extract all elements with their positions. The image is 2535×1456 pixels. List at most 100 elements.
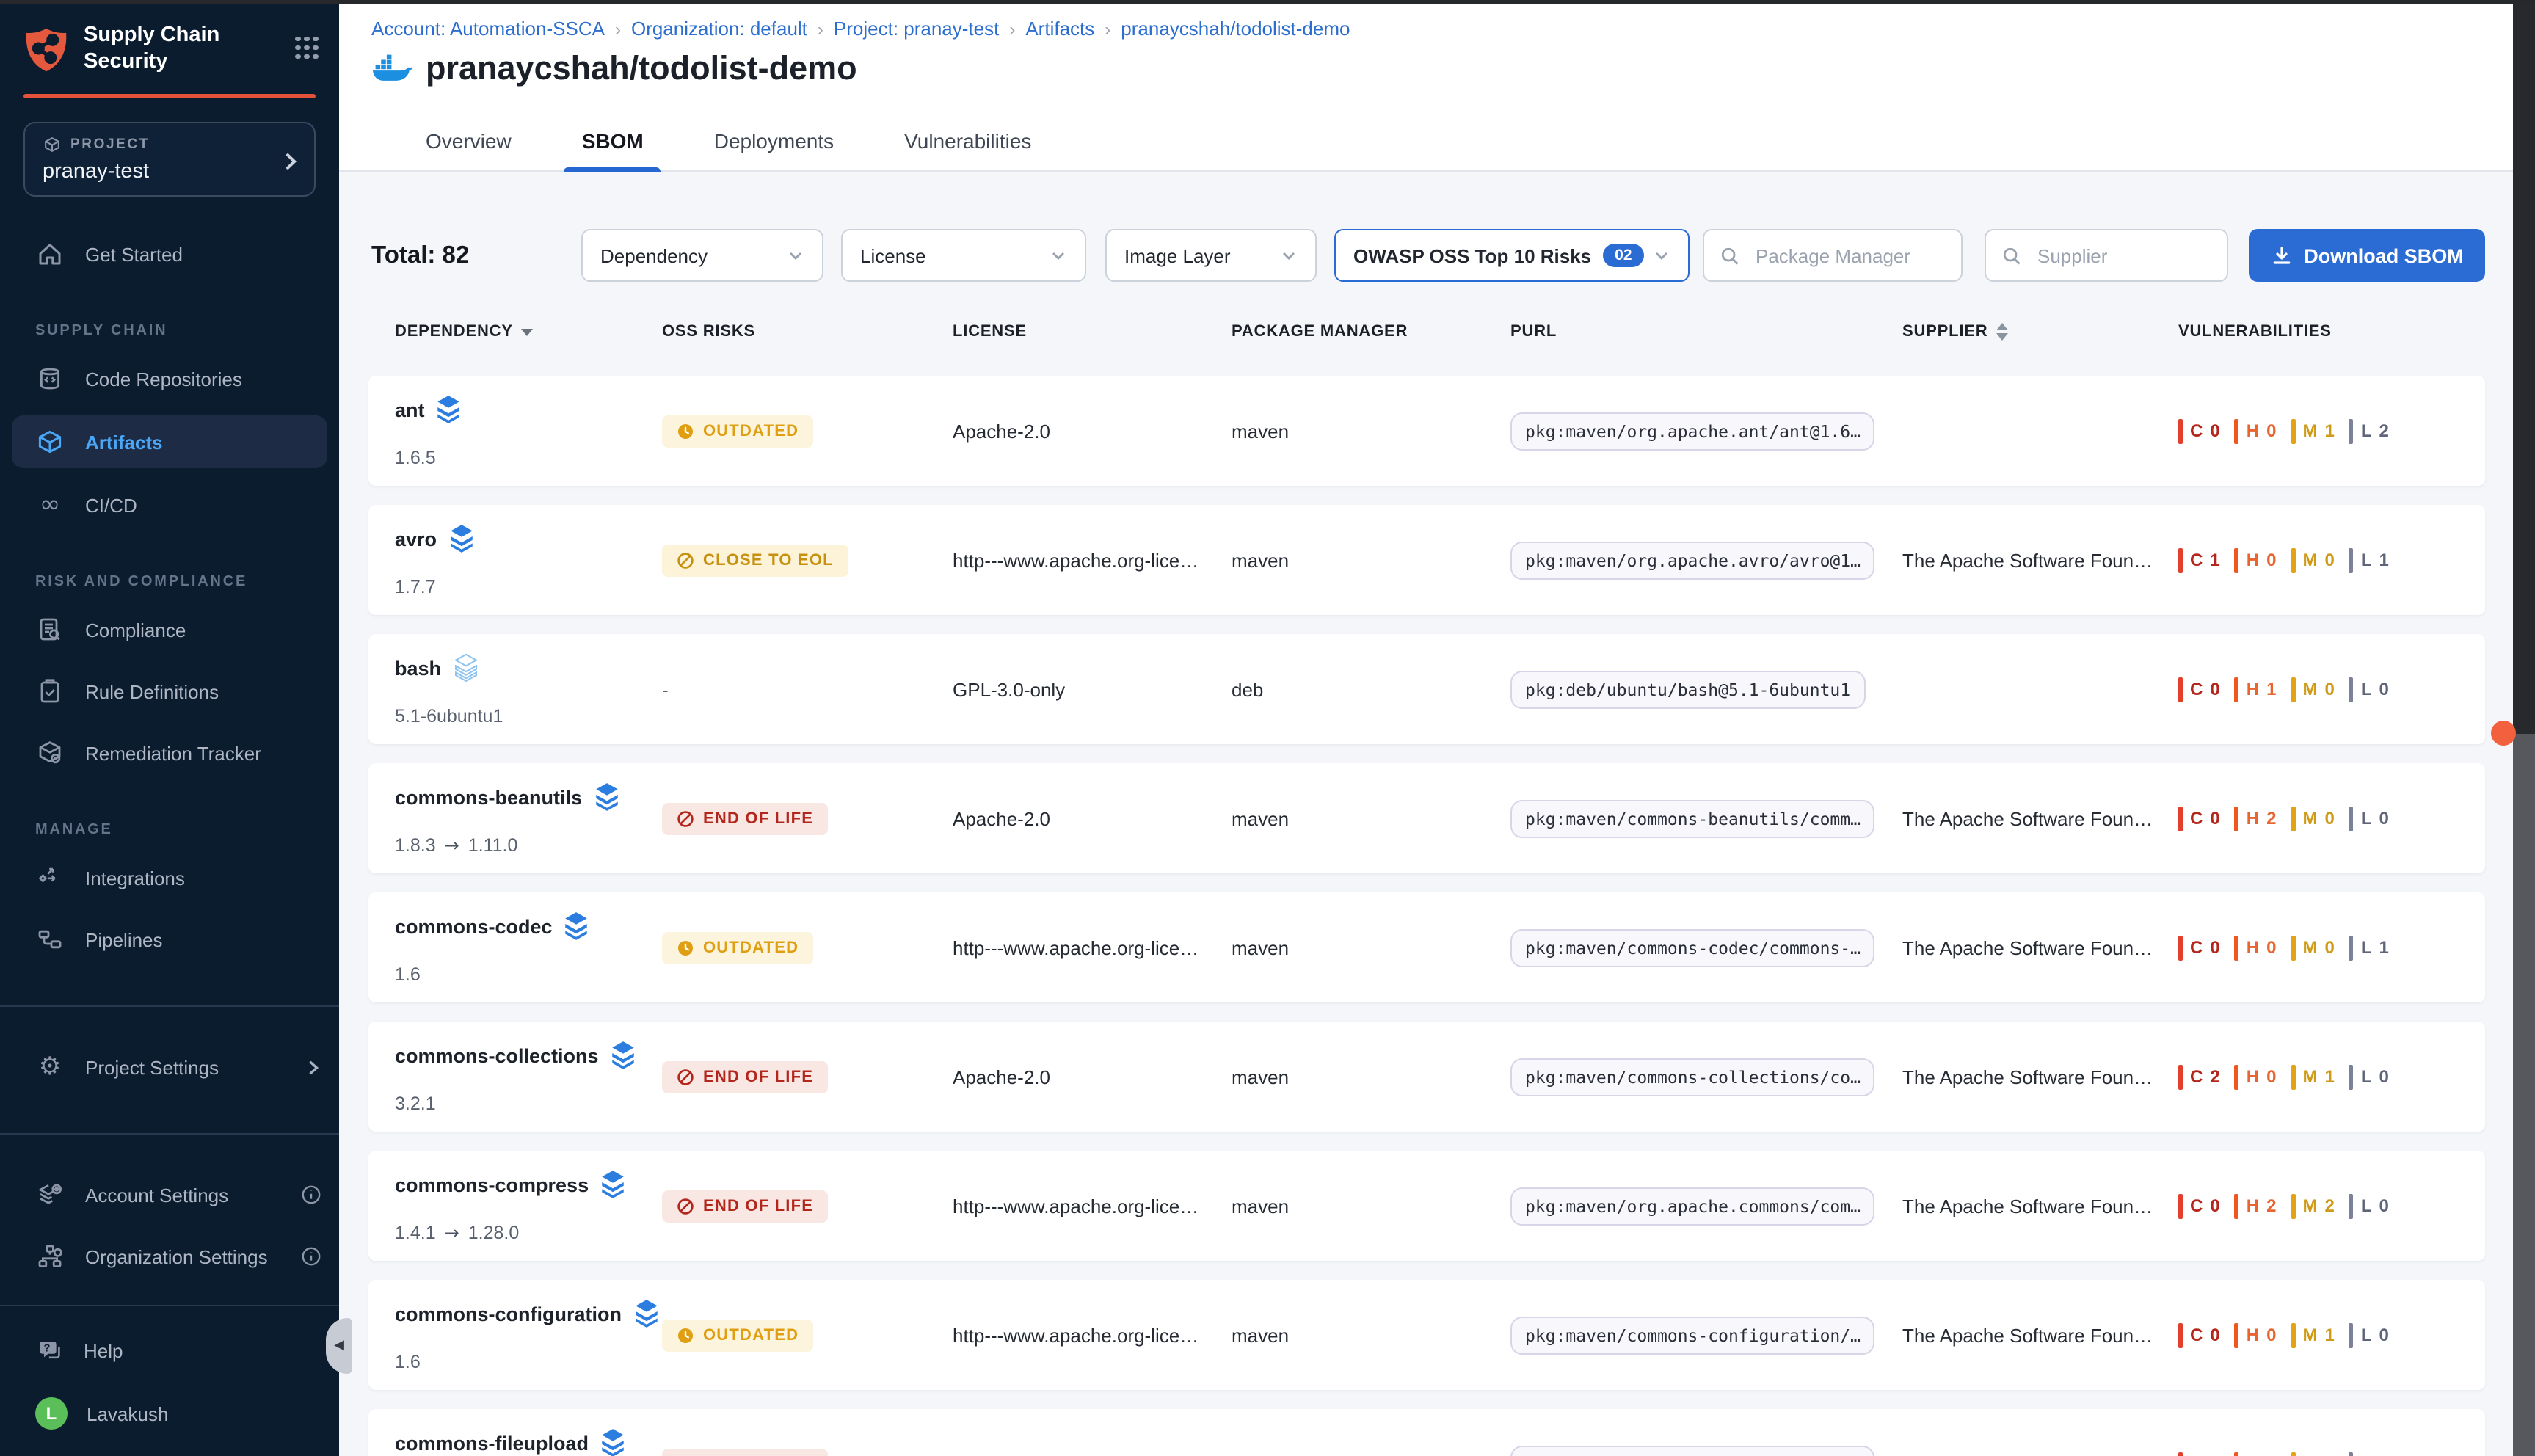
table-row-avro[interactable]: avro1.7.7CLOSE TO EOLhttp---www.apache.o… — [368, 505, 2485, 615]
svg-text:?: ? — [43, 1342, 50, 1355]
help-label: Help — [84, 1339, 123, 1361]
purl-chip[interactable]: pkg:maven/org.apache.commons/com… — [1510, 1187, 1875, 1225]
download-sbom-button[interactable]: Download SBOM — [2249, 229, 2485, 282]
table-row-commons-configuration[interactable]: commons-configuration1.6OUTDATEDhttp---w… — [368, 1280, 2485, 1390]
sidebar-item-rule-definitions[interactable]: Rule Definitions — [0, 664, 339, 720]
org-gear-icon — [35, 1242, 65, 1272]
filter-select-dependency[interactable]: Dependency — [581, 229, 823, 282]
chevron-right-icon — [282, 151, 299, 169]
module-accent-line — [23, 95, 316, 99]
clock-icon — [677, 422, 694, 440]
search-icon — [2001, 244, 2023, 266]
page-header: Account: Automation-SSCA › Organization: d… — [339, 0, 2535, 172]
breadcrumb-item[interactable]: Organization: default — [631, 18, 807, 40]
vulnerability-counts: C0H0M1L2 — [2178, 418, 2389, 443]
clock-icon — [677, 939, 694, 956]
supply-chain-security-logo-icon — [23, 26, 69, 73]
vuln-c-count: C0 — [2178, 1322, 2220, 1347]
sidebar-item-get-started[interactable]: Get Started — [0, 227, 339, 283]
purl-chip[interactable]: pkg:maven/commons-fileupload/com… — [1510, 1445, 1875, 1456]
tab-vulnerabilities[interactable]: Vulnerabilities — [901, 114, 1034, 172]
supplier-search[interactable] — [1985, 229, 2228, 282]
purl-chip[interactable]: pkg:maven/commons-collections/co… — [1510, 1058, 1875, 1096]
sidebar-item-project-settings[interactable]: ⚙Project Settings — [0, 1040, 339, 1096]
sidebar-item-code-repositories[interactable]: Code Repositories — [0, 352, 339, 407]
sidebar-item-organization-settings[interactable]: Organization Settings — [0, 1229, 339, 1285]
sort-desc-icon — [522, 328, 534, 335]
vuln-c-count: C1 — [2178, 547, 2220, 572]
vuln-c-count: C0 — [2178, 806, 2220, 831]
toolbar: Total: 82 DependencyLicenseImage LayerOW… — [339, 229, 2535, 282]
breadcrumb-item[interactable]: Artifacts — [1025, 18, 1094, 40]
purl-chip[interactable]: pkg:maven/org.apache.avro/avro@1… — [1510, 541, 1875, 579]
sidebar-bottom: ? Help L Lavakush — [0, 1305, 339, 1456]
breadcrumb-item[interactable]: Project: pranay-test — [834, 18, 999, 40]
version-upgrade: 1.28.0 — [468, 1223, 520, 1243]
scrollbar-thumb[interactable] — [2513, 0, 2535, 734]
scrollbar[interactable] — [2513, 0, 2535, 1456]
vuln-h-count: H1 — [2235, 677, 2277, 702]
tab-deployments[interactable]: Deployments — [711, 114, 837, 172]
sidebar-item-help[interactable]: ? Help — [0, 1306, 339, 1377]
app-switcher-icon[interactable] — [295, 36, 319, 59]
tab-sbom[interactable]: SBOM — [579, 114, 647, 172]
table-row-ant[interactable]: ant1.6.5OUTDATEDApache-2.0mavenpkg:maven… — [368, 376, 2485, 486]
package-manager: maven — [1232, 1066, 1289, 1088]
sidebar-item-remediation-tracker[interactable]: Remediation Tracker — [0, 726, 339, 782]
vuln-l-count: L0 — [2349, 1322, 2389, 1347]
table-row-commons-fileupload[interactable]: commons-fileuploadEND OF LIFEApache-2.0m… — [368, 1409, 2485, 1456]
sidebar-item-label: Artifacts — [85, 432, 163, 454]
column-header-vulnerabilities: VULNERABILITIES — [2178, 323, 2332, 341]
table-row-bash[interactable]: bash5.1-6ubuntu1-GPL-3.0-onlydebpkg:deb/… — [368, 634, 2485, 744]
sidebar-item-user[interactable]: L Lavakush — [0, 1377, 339, 1456]
tab-overview[interactable]: Overview — [423, 114, 514, 172]
table-row-commons-beanutils[interactable]: commons-beanutils1.8.3→1.11.0END OF LIFE… — [368, 763, 2485, 873]
supplier: The Apache Software Foun… — [1902, 1453, 2153, 1456]
purl-chip[interactable]: pkg:maven/org.apache.ant/ant@1.6… — [1510, 412, 1875, 450]
column-header-supplier[interactable]: SUPPLIER — [1902, 323, 2008, 341]
filter-select-license[interactable]: License — [841, 229, 1086, 282]
package-manager: maven — [1232, 807, 1289, 829]
purl-chip[interactable]: pkg:maven/commons-configuration/… — [1510, 1316, 1875, 1354]
gear-icon: ⚙ — [35, 1053, 65, 1082]
filter-select-owasp-oss-top-10-risks[interactable]: OWASP OSS Top 10 Risks02 — [1334, 229, 1690, 282]
table-row-commons-compress[interactable]: commons-compress1.4.1→1.28.0END OF LIFEh… — [368, 1151, 2485, 1261]
filter-select-image-layer[interactable]: Image Layer — [1105, 229, 1317, 282]
package-manager: deb — [1232, 678, 1263, 700]
table-row-commons-collections[interactable]: commons-collections3.2.1END OF LIFEApach… — [368, 1022, 2485, 1132]
ban-icon — [677, 1068, 694, 1085]
sidebar-item-artifacts[interactable]: Artifacts — [12, 416, 327, 469]
sidebar-item-label: Rule Definitions — [85, 681, 219, 703]
sidebar-item-pipelines[interactable]: Pipelines — [0, 912, 339, 968]
sidebar-item-integrations[interactable]: Integrations — [0, 851, 339, 906]
module-header: Supply ChainSecurity — [0, 0, 339, 76]
breadcrumb-item[interactable]: Account: Automation-SSCA — [371, 18, 605, 40]
breadcrumb-item[interactable]: pranaycshah/todolist-demo — [1121, 18, 1350, 40]
purl-chip[interactable]: pkg:deb/ubuntu/bash@5.1-6ubuntu1 — [1510, 670, 1865, 708]
breadcrumb-separator: › — [1009, 18, 1015, 39]
sidebar-item-label: CI/CD — [85, 495, 137, 517]
window-top-border — [0, 0, 2535, 4]
sidebar-item-compliance[interactable]: Compliance — [0, 603, 339, 658]
sidebar-item-cicd[interactable]: ∞CI/CD — [0, 478, 339, 534]
purl-chip[interactable]: pkg:maven/commons-beanutils/comm… — [1510, 799, 1875, 837]
supplier-search-input[interactable] — [2034, 243, 2212, 268]
column-header-dependency[interactable]: DEPENDENCY — [395, 323, 534, 341]
vuln-l-count: L2 — [2349, 418, 2389, 443]
supplier: The Apache Software Foun… — [1902, 936, 2153, 958]
package-manager-search[interactable] — [1703, 229, 1963, 282]
sidebar-collapse-handle[interactable]: ◀ — [326, 1318, 352, 1374]
table-row-commons-codec[interactable]: commons-codec1.6OUTDATEDhttp---www.apach… — [368, 892, 2485, 1002]
project-selector[interactable]: PROJECT pranay-test — [23, 123, 316, 197]
purl-chip[interactable]: pkg:maven/commons-codec/commons-… — [1510, 928, 1875, 967]
supplier: The Apache Software Foun… — [1902, 1195, 2153, 1217]
vuln-m-count: M1 — [2291, 1064, 2334, 1089]
sidebar-item-account-settings[interactable]: Account Settings — [0, 1168, 339, 1223]
package-manager-search-input[interactable] — [1753, 243, 1946, 268]
title-row: pranaycshah/todolist-demo — [371, 50, 857, 88]
dependency-name: bash — [395, 657, 441, 679]
license: Apache-2.0 — [953, 807, 1050, 829]
risk-badge-outdated: OUTDATED — [662, 1319, 813, 1351]
layers-solid-icon — [594, 782, 619, 812]
info-icon — [301, 1185, 321, 1206]
